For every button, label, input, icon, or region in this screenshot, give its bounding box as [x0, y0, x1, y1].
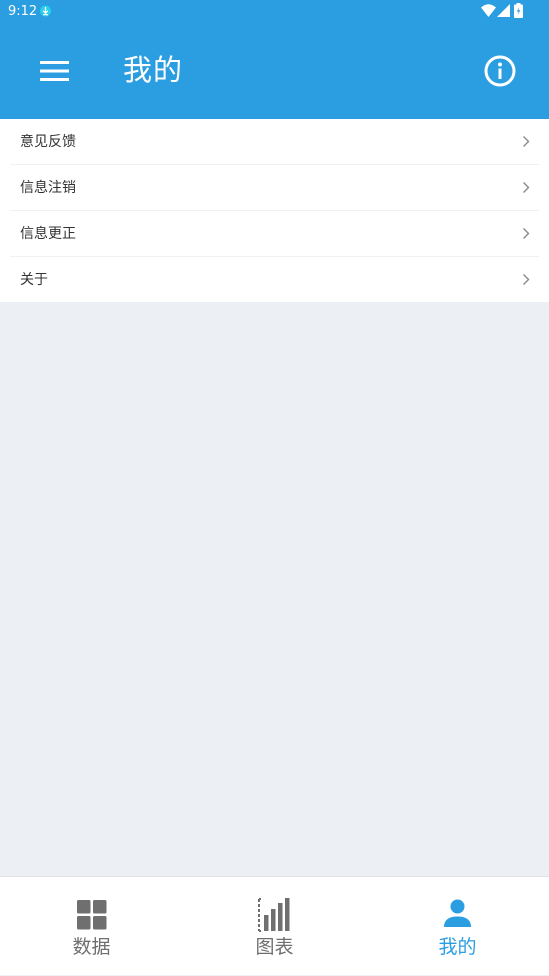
- bar-chart-icon: [258, 898, 290, 932]
- tab-label: 数据: [72, 936, 111, 958]
- bottom-nav: 数据 图表 我的: [0, 876, 549, 975]
- tab-mine[interactable]: 我的: [366, 877, 549, 976]
- content-area: [0, 302, 549, 876]
- person-icon: [444, 899, 471, 927]
- download-icon: [40, 5, 51, 17]
- tab-data[interactable]: 数据: [0, 877, 183, 976]
- hamburger-menu-button[interactable]: [38, 58, 72, 84]
- info-button[interactable]: [483, 54, 517, 88]
- info-icon: [484, 55, 516, 87]
- tab-label: 图表: [255, 936, 294, 958]
- menu-item-feedback[interactable]: 意见反馈: [10, 119, 539, 165]
- menu-item-label: 关于: [20, 272, 48, 288]
- grid-icon: [77, 900, 107, 930]
- menu-item-about[interactable]: 关于: [10, 257, 539, 302]
- chevron-right-icon: [523, 182, 530, 193]
- tab-label: 我的: [438, 936, 477, 958]
- page-title: 我的: [123, 53, 184, 87]
- menu-list: 意见反馈 信息注销 信息更正 关于: [0, 119, 549, 302]
- menu-item-label: 意见反馈: [20, 134, 76, 150]
- hamburger-menu-icon: [40, 61, 69, 81]
- status-bar: 9:12: [0, 0, 549, 24]
- chevron-right-icon: [523, 136, 530, 147]
- menu-item-deregister[interactable]: 信息注销: [10, 165, 539, 211]
- menu-item-correction[interactable]: 信息更正: [10, 211, 539, 257]
- chevron-right-icon: [523, 228, 530, 239]
- menu-item-label: 信息更正: [20, 226, 76, 242]
- menu-item-label: 信息注销: [20, 180, 76, 196]
- app-bar: 我的: [0, 24, 549, 119]
- wifi-icon: [481, 4, 496, 17]
- status-time: 9:12: [8, 4, 38, 19]
- tab-chart[interactable]: 图表: [183, 877, 366, 976]
- chevron-right-icon: [523, 274, 530, 285]
- battery-icon: [514, 3, 523, 18]
- signal-icon: [497, 4, 510, 17]
